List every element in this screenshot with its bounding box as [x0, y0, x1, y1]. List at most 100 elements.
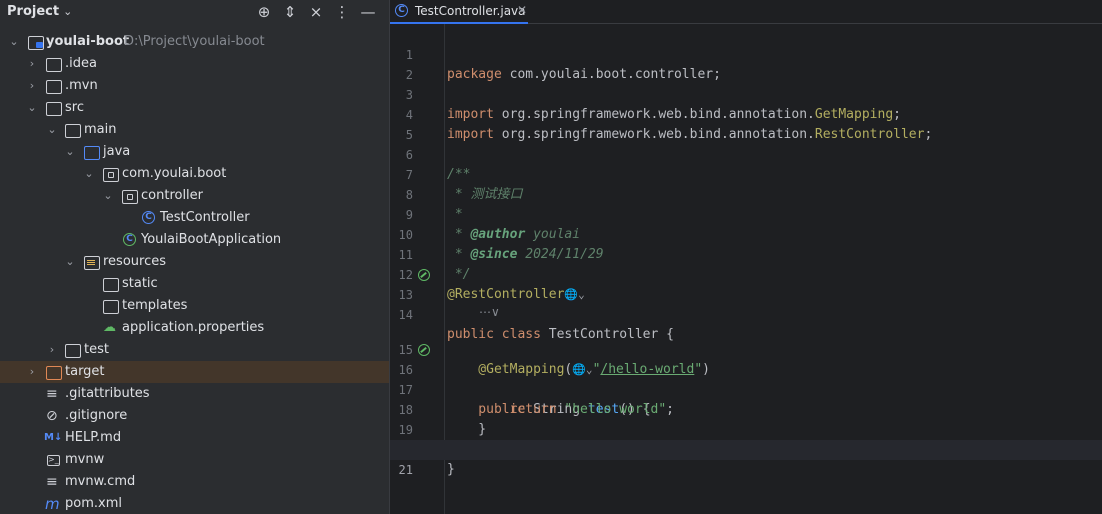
tree-item-templates[interactable]: templates — [0, 295, 389, 317]
tab-label: TestController.java — [415, 4, 526, 18]
folder-icon — [103, 278, 119, 292]
tree-item-label: .gitattributes — [65, 386, 150, 401]
tree-item-pom-xml[interactable]: m pom.xml — [0, 493, 389, 514]
tree-item-help-md[interactable]: M↓ HELP.md — [0, 427, 389, 449]
project-path: D:\Project\youlai-boot — [124, 34, 265, 49]
code-text: } — [447, 462, 455, 477]
tree-item-label: java — [103, 144, 131, 159]
module-folder-icon — [28, 36, 44, 50]
tree-item-com-youlai-boot[interactable]: ⌄ com.youlai.boot — [0, 163, 389, 185]
code-line: 4 import org.springframework.web.bind.an… — [390, 85, 1102, 142]
chevron-down-icon: ⌄ — [27, 101, 37, 114]
tree-item-label: youlai-boot — [46, 34, 130, 49]
tree-item-idea[interactable]: › .idea — [0, 53, 389, 75]
code-vision-hint[interactable]: ⋯∨ — [479, 305, 500, 319]
code-line: 18 } — [390, 380, 1102, 437]
tree-item-static[interactable]: static — [0, 273, 389, 295]
tree-item-label: mvnw.cmd — [65, 474, 136, 489]
source-folder-icon — [84, 146, 100, 160]
code-line: 6 /** — [390, 125, 1102, 182]
tree-item-label: YoulaiBootApplication — [141, 232, 282, 247]
tree-item-label: src — [65, 100, 84, 115]
chevron-down-icon: ⌄ — [65, 145, 75, 158]
code-line: 14 — [390, 285, 1102, 322]
chevron-down-icon: ⌄ — [47, 123, 57, 136]
tree-item-mvnw-cmd[interactable]: ≡ mvnw.cmd — [0, 471, 389, 493]
tree-item-label: .idea — [65, 56, 97, 71]
tree-item-application-properties[interactable]: ☁ application.properties — [0, 317, 389, 339]
tree-item-src[interactable]: ⌄ src — [0, 97, 389, 119]
code-line: 5 — [390, 105, 1102, 142]
tree-item-label: com.youlai.boot — [122, 166, 227, 181]
code-line: 16 public String test() { — [390, 340, 1102, 417]
tree-item-youlaibootapplication[interactable]: C YoulaiBootApplication — [0, 229, 389, 251]
collapse-all-icon[interactable]: ⨯ — [306, 2, 326, 22]
project-view-selector[interactable]: Project ⌄ — [7, 4, 72, 19]
tree-item-youlai-boot[interactable]: ⌄ youlai-boot D:\Project\youlai-boot — [0, 31, 389, 53]
code-line: 9 * @author youlai — [390, 185, 1102, 242]
tree-item-label: mvnw — [65, 452, 105, 467]
folder-icon — [103, 300, 119, 314]
tree-item-label: controller — [141, 188, 204, 203]
tree-item-label: .gitignore — [65, 408, 128, 423]
tree-item-target[interactable]: › target — [0, 361, 389, 383]
tree-item-mvn[interactable]: › .mvn — [0, 75, 389, 97]
tree-item-gitattributes[interactable]: ≡ .gitattributes — [0, 383, 389, 405]
code-line: 10 * @since 2024/11/29 — [390, 205, 1102, 262]
text-file-icon: ≡ — [46, 474, 58, 490]
chevron-right-icon: › — [49, 343, 55, 356]
request-mapping-gutter-icon[interactable] — [418, 344, 430, 356]
folder-icon — [65, 124, 81, 138]
code-editor[interactable]: C TestController.java ✕ 1 package com.yo… — [390, 0, 1102, 514]
chevron-right-icon: › — [29, 79, 35, 92]
code-line: 1 package com.youlai.boot.controller; — [390, 25, 1102, 82]
package-icon — [122, 190, 138, 204]
folder-icon — [46, 58, 62, 72]
tree-item-controller[interactable]: ⌄ controller — [0, 185, 389, 207]
tree-item-mvnw[interactable]: >_ mvnw — [0, 449, 389, 471]
tree-item-java[interactable]: ⌄ java — [0, 141, 389, 163]
tree-item-label: templates — [122, 298, 188, 313]
code-line: 19 — [390, 400, 1102, 437]
editor-tab-bar: C TestController.java ✕ — [390, 0, 1102, 24]
more-options-icon[interactable]: ⋮ — [332, 2, 352, 22]
chevron-down-icon: ⌄ — [9, 35, 19, 48]
code-line: 2 — [390, 45, 1102, 82]
text-file-icon: ≡ — [46, 386, 58, 402]
tree-item-label: pom.xml — [65, 496, 122, 511]
line-number: 21 — [398, 463, 413, 477]
tree-item-resources[interactable]: ⌄ resources — [0, 251, 389, 273]
chevron-down-icon: ⌄ — [84, 167, 94, 180]
folder-icon — [46, 80, 62, 94]
resources-folder-icon — [84, 256, 100, 270]
tree-item-label: target — [65, 364, 105, 379]
project-panel-header: Project ⌄ ⊕ ⇕ ⨯ ⋮ — — [0, 0, 389, 24]
code-line: 8 * — [390, 165, 1102, 222]
locate-icon[interactable]: ⊕ — [254, 2, 274, 22]
tree-item-gitignore[interactable]: ⊘ .gitignore — [0, 405, 389, 427]
hide-panel-icon[interactable]: — — [358, 2, 378, 22]
tree-item-testcontroller[interactable]: C TestController — [0, 207, 389, 229]
tree-item-label: HELP.md — [65, 430, 122, 445]
package-icon — [103, 168, 119, 182]
tree-item-test[interactable]: › test — [0, 339, 389, 361]
tab-testcontroller-java[interactable]: C TestController.java ✕ — [390, 0, 536, 24]
close-tab-icon[interactable]: ✕ — [517, 3, 527, 17]
current-code-line: 21 — [390, 440, 1102, 477]
spring-boot-class-icon: C — [123, 233, 136, 246]
ignore-file-icon: ⊘ — [46, 408, 58, 424]
tree-item-label: .mvn — [65, 78, 98, 93]
tree-item-main[interactable]: ⌄ main — [0, 119, 389, 141]
spring-bean-gutter-icon[interactable] — [418, 269, 430, 281]
active-tab-indicator — [390, 22, 528, 24]
maven-icon: m — [45, 495, 60, 513]
folder-icon — [46, 102, 62, 116]
tree-item-label: resources — [103, 254, 167, 269]
code-line: 12 @RestController🌐⌄ — [390, 245, 1102, 302]
markdown-icon: M↓ — [44, 432, 63, 443]
chevron-down-icon: ⌄ — [103, 189, 113, 202]
code-line: 15 @GetMapping(🌐⌄"/hello-world") — [390, 320, 1102, 377]
code-line: 20 } — [390, 420, 1102, 477]
chevron-down-icon: ⌄ — [65, 255, 75, 268]
expand-all-icon[interactable]: ⇕ — [280, 2, 300, 22]
